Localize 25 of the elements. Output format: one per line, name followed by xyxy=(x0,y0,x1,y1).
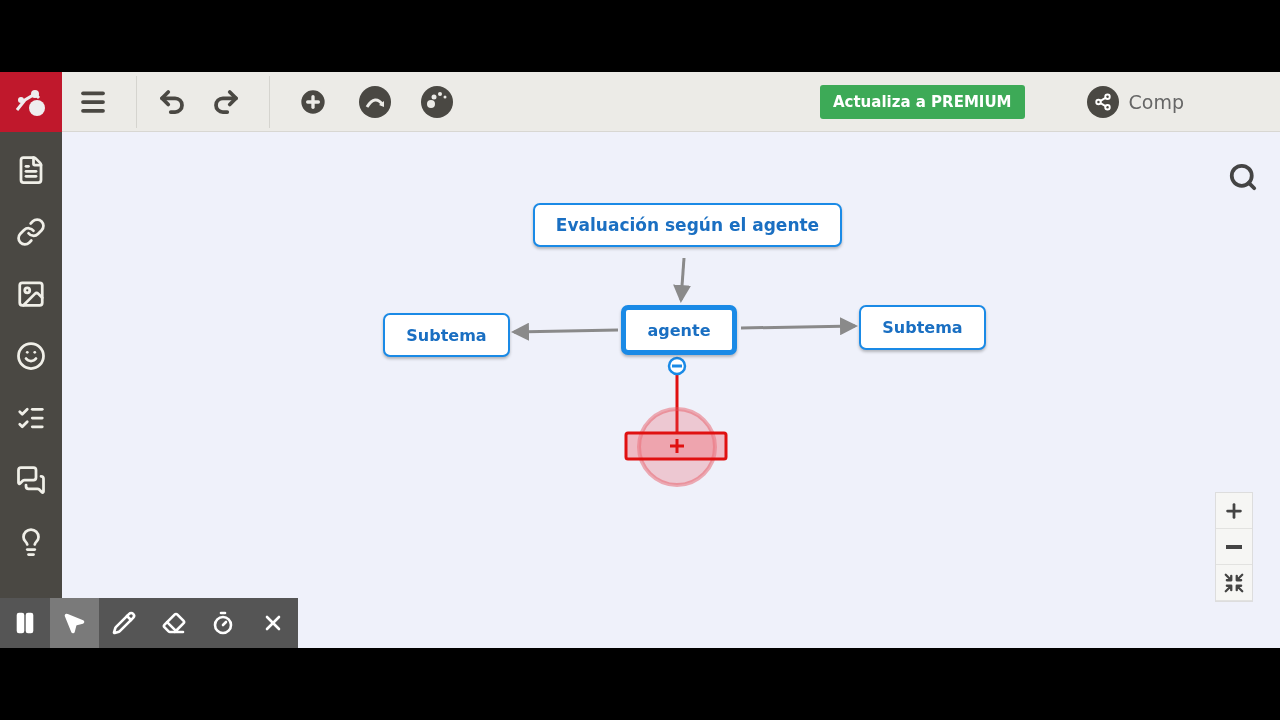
connector-arrow xyxy=(673,257,692,303)
pointer-tool[interactable] xyxy=(49,598,100,648)
premium-button[interactable]: Actualiza a PREMIUM xyxy=(819,84,1025,119)
topic-node[interactable]: Evaluación según el agente xyxy=(533,203,842,247)
pointer-icon xyxy=(62,611,87,635)
smiley-icon xyxy=(16,341,46,371)
app-logo[interactable] xyxy=(0,71,62,132)
topic-node[interactable]: Subtema xyxy=(383,313,510,357)
add-topic-placeholder[interactable] xyxy=(624,431,728,461)
eraser-icon xyxy=(161,611,186,635)
share-button[interactable]: Comp xyxy=(1086,85,1184,118)
palette-icon xyxy=(421,85,453,118)
shrink-icon xyxy=(1223,571,1245,594)
link-icon xyxy=(16,217,46,247)
search-button[interactable] xyxy=(1228,162,1258,192)
pencil-icon xyxy=(112,611,136,635)
image-icon xyxy=(16,279,46,309)
minus-icon xyxy=(1226,544,1242,549)
topic-node[interactable]: Subtema xyxy=(859,305,986,350)
connector-line xyxy=(675,374,679,432)
topic-node[interactable]: agente xyxy=(621,305,737,355)
share-icon xyxy=(1086,85,1119,118)
chat-icon xyxy=(16,465,46,495)
collapse-button[interactable] xyxy=(667,356,687,376)
search-icon xyxy=(1228,162,1258,192)
